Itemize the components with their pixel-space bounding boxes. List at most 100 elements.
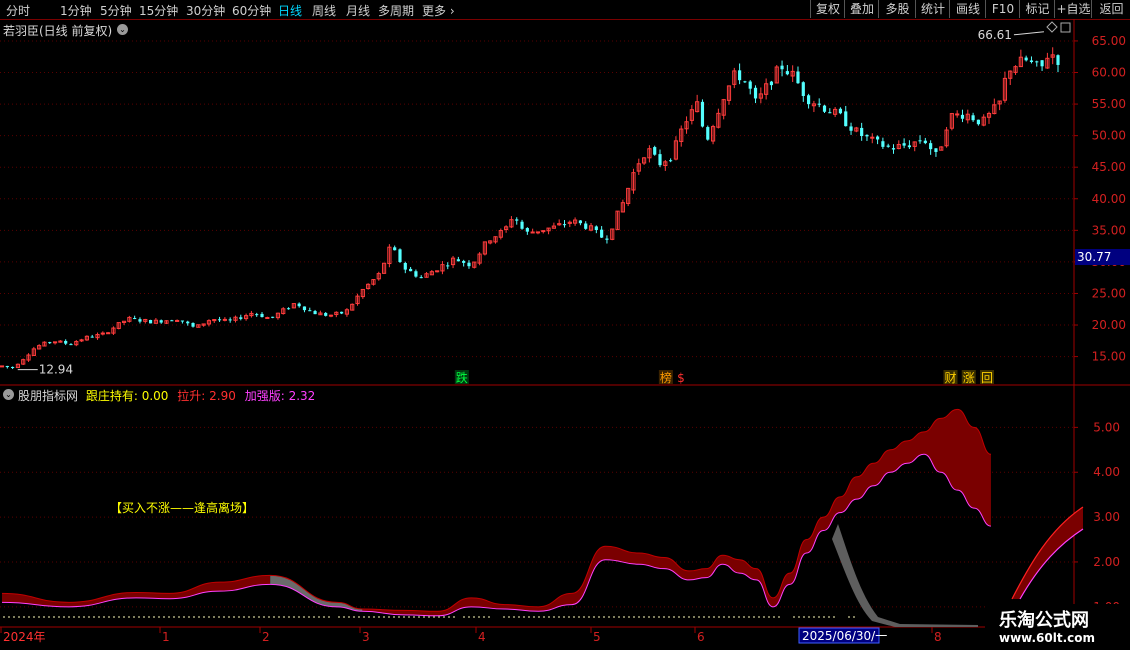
signal-dot [288,616,290,618]
candle-body-up [328,314,334,317]
timeframe-tab-5[interactable]: 60分钟 [232,2,271,19]
toolbar-button-8[interactable]: 返回 [1091,0,1130,18]
signal-dot [208,616,210,618]
indicator-name: 股朋指标网 [18,389,79,403]
candle-body-down [191,322,195,327]
toolbar: 分时 1分钟 5分钟 15分钟 30分钟 60分钟 日线 周线 月线 多周期 更多 › 复权 叠加 多股统… [0,0,1130,20]
signal-dot [738,616,740,618]
toolbar-button-4[interactable]: 画线 [949,0,986,18]
signal-dot [528,616,530,618]
candle-body-down [748,81,752,89]
signal-dot [613,616,615,618]
signal-dot [198,616,200,618]
candle-body-up [52,341,58,344]
signal-dot [433,616,435,618]
signal-dot [338,616,340,618]
signal-dot [523,616,525,618]
candle-body-down [456,259,460,262]
timeframe-tab-8[interactable]: 月线 [346,2,370,19]
main-y-tick-label: 25.00 [1092,286,1126,300]
signal-dot [648,616,650,618]
chevron-down-icon[interactable]: ⌄ [3,389,14,400]
signal-dot [438,616,440,618]
timeframe-tab-4[interactable]: 30分钟 [186,2,225,19]
signal-dot [808,616,810,618]
toolbar-button-3[interactable]: 统计 [915,0,950,18]
signal-dot [813,616,815,618]
signal-dot [698,616,700,618]
toolbar-button-2[interactable]: 多股 [878,0,916,18]
signal-dot [593,616,595,618]
signal-dot [3,616,5,618]
enhanced-line [1,453,992,617]
signal-dot [453,616,455,618]
candle-body-down [801,82,805,97]
signal-dot [558,616,560,618]
toolbar-button-0[interactable]: 复权 [810,0,845,18]
signal-dot [223,616,225,618]
signal-dot [538,616,540,618]
signal-dot [598,616,600,618]
toolbar-button-1[interactable]: 叠加 [844,0,879,18]
candle-body-down [159,320,163,323]
toolbar-button-7[interactable]: +自选 [1054,0,1092,18]
candle-body-down [462,260,466,263]
signal-dot [48,616,50,618]
timeframe-tab-2[interactable]: 5分钟 [100,2,132,19]
signal-dot [683,616,685,618]
chevron-down-icon[interactable]: ⌄ [117,24,128,35]
candle-body-down [960,114,965,119]
candle-body-down [133,318,137,320]
signal-dot [343,616,345,618]
signal-dot [818,616,820,618]
candle-body-down [881,141,885,147]
candle-body-down [403,263,407,270]
signal-dot [828,616,830,618]
candle-body-down [340,311,344,314]
timeframe-tab-6[interactable]: 日线 [278,2,302,19]
main-y-tick-label: 55.00 [1092,97,1126,111]
timeframe-tab-0[interactable]: 分时 [6,2,30,19]
legend-label-enhanced: 加强版: [244,389,285,403]
signal-dot [298,616,300,618]
signal-dot [728,616,730,618]
timeframe-tab-10[interactable]: 更多 › [422,2,455,19]
signal-dot [283,616,285,618]
candle-body-up [100,332,105,335]
timeframe-tab-1[interactable]: 1分钟 [60,2,92,19]
signal-dot [8,616,10,618]
timeframe-tab-9[interactable]: 多周期 [378,2,414,19]
toolbar-button-5[interactable]: F10 [985,0,1020,18]
signal-dot [853,616,855,618]
signal-dot [513,616,515,618]
main-y-tick-label: 60.00 [1092,66,1126,80]
indicator-legend: 股朋指标网 跟庄持有: 0.00 拉升: 2.90 加强版: 2.32 [18,387,315,404]
legend-label-rise: 拉升: [177,389,206,403]
signal-dot [378,616,380,618]
signal-dot [423,616,425,618]
time-axis-label: 8 [934,630,942,644]
signal-dot [488,616,490,618]
candle-body-down [271,316,275,318]
candle-body-up [106,332,111,335]
event-marker: 榜 [660,370,672,385]
candle-body-down [525,228,529,232]
candle-body-down [849,126,853,131]
candle-body-down [138,319,142,322]
candle-body-down [313,311,317,315]
signal-dot [178,616,180,618]
candle-body-down [769,81,774,86]
signal-dot [588,616,590,618]
signal-dot [38,616,40,618]
signal-dot [278,616,280,618]
signal-dot [548,616,550,618]
toolbar-button-6[interactable]: 标记 [1019,0,1055,18]
timeframe-tab-7[interactable]: 周线 [312,2,336,19]
timeframe-tab-3[interactable]: 15分钟 [139,2,178,19]
signal-dot [568,616,570,618]
legend-value-enhanced: 2.32 [288,389,316,403]
signal-dot [723,616,725,618]
signal-dot [98,616,100,618]
signal-dot [733,616,735,618]
candle-body-down [923,140,927,144]
